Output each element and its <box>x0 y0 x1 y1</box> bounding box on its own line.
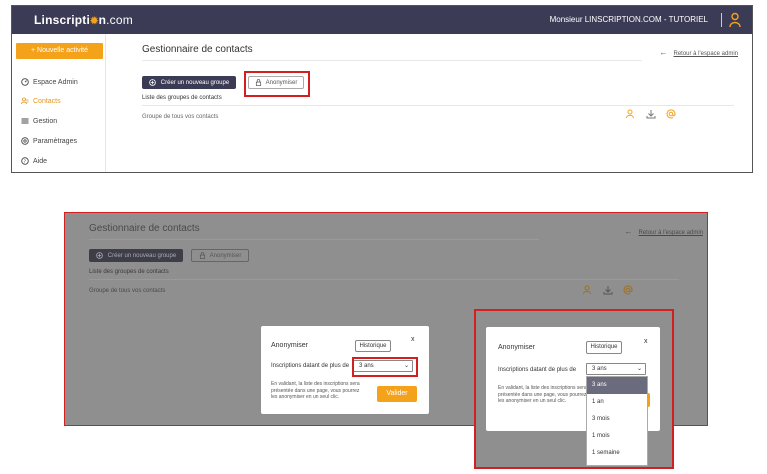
contacts-icon[interactable] <box>626 109 636 119</box>
sidebar: + Nouvelle activité Espace Admin Contact… <box>12 34 106 172</box>
top-bar: Linscripti✹n.com Monsieur LINSCRIPTION.C… <box>12 6 752 34</box>
title-divider <box>142 60 642 61</box>
create-group-button[interactable]: Créer un nouveau groupe <box>142 76 236 89</box>
back-link[interactable]: ← Retour à l'espace admin <box>659 48 738 57</box>
option-1-mois[interactable]: 1 mois <box>587 428 647 445</box>
dashboard-icon <box>21 78 29 86</box>
close-icon[interactable]: x <box>411 336 415 343</box>
user-name[interactable]: Monsieur LINSCRIPTION.COM - TUTORIEL <box>550 15 708 24</box>
period-label: Inscriptions datant de plus de <box>271 363 350 369</box>
contacts-icon <box>21 97 29 105</box>
create-group-button[interactable]: Créer un nouveau groupe <box>89 249 183 262</box>
app-window: Linscripti✹n.com Monsieur LINSCRIPTION.C… <box>11 5 753 173</box>
zoom-inset: Anonymiser Historique x Inscriptions dat… <box>474 309 674 469</box>
download-icon[interactable] <box>603 285 613 295</box>
period-label: Inscriptions datant de plus de <box>498 367 577 373</box>
modal-title: Anonymiser <box>271 342 308 349</box>
new-activity-button[interactable]: + Nouvelle activité <box>16 43 103 59</box>
history-button[interactable]: Historique <box>586 341 622 354</box>
anonymize-button[interactable]: Anonymiser <box>191 249 249 262</box>
history-button[interactable]: Historique <box>355 340 391 352</box>
top-bar-divider <box>721 13 722 27</box>
period-dropdown: 3 ans 1 an 3 mois 1 mois 1 semaine <box>586 376 648 466</box>
contacts-icon[interactable] <box>583 285 593 295</box>
list-title: Liste des groupes de contacts <box>89 269 169 275</box>
sidebar-item-parametrages[interactable]: Paramètrages <box>21 137 77 145</box>
row-actions <box>583 285 633 295</box>
sidebar-item-espace-admin[interactable]: Espace Admin <box>21 78 78 86</box>
download-icon[interactable] <box>646 109 656 119</box>
row-actions <box>626 109 676 119</box>
arrow-left-icon: ← <box>624 227 633 236</box>
lock-icon <box>199 252 205 259</box>
modal-description: En validant, la liste des inscriptions s… <box>498 385 587 404</box>
group-row-label[interactable]: Groupe de tous vos contacts <box>142 114 218 120</box>
back-link[interactable]: ← Retour à l'espace admin <box>624 227 703 236</box>
logo[interactable]: Linscripti✹n.com <box>34 13 133 27</box>
page-title: Gestionnaire de contacts <box>142 44 253 55</box>
list-divider <box>142 105 734 106</box>
main-content: Gestionnaire de contacts ← Retour à l'esp… <box>106 34 752 172</box>
at-sign-icon[interactable] <box>666 109 676 119</box>
chevron-down-icon: ⌄ <box>636 366 642 372</box>
list-divider <box>89 279 679 280</box>
highlight-select <box>352 357 418 377</box>
sidebar-item-gestion[interactable]: Gestion <box>21 117 57 125</box>
at-sign-icon[interactable] <box>623 285 633 295</box>
plus-circle-icon <box>149 79 156 86</box>
modal-description: En validant, la liste des inscriptions s… <box>271 381 360 400</box>
option-3-mois[interactable]: 3 mois <box>587 411 647 428</box>
help-icon: ? <box>21 157 29 165</box>
sidebar-item-aide[interactable]: ? Aide <box>21 157 47 165</box>
list-icon <box>21 118 29 124</box>
option-3-ans[interactable]: 3 ans <box>587 377 647 394</box>
submit-button[interactable]: Valider <box>377 386 417 402</box>
sidebar-item-contacts[interactable]: Contacts <box>21 97 61 105</box>
close-icon[interactable]: x <box>644 338 648 345</box>
gear-icon <box>21 137 29 145</box>
period-select[interactable]: 3 ans ⌄ <box>586 363 646 375</box>
title-divider <box>89 239 539 240</box>
option-1-an[interactable]: 1 an <box>587 394 647 411</box>
plus-circle-icon <box>96 252 103 259</box>
option-1-semaine[interactable]: 1 semaine <box>587 445 647 462</box>
user-icon[interactable] <box>728 12 742 28</box>
group-row-label[interactable]: Groupe de tous vos contacts <box>89 288 165 294</box>
list-title: Liste des groupes de contacts <box>142 95 222 101</box>
highlight-anonymize <box>244 71 310 97</box>
page-title: Gestionnaire de contacts <box>89 223 200 234</box>
sun-icon: ✹ <box>90 16 99 27</box>
arrow-left-icon: ← <box>659 48 668 57</box>
modal-title: Anonymiser <box>498 344 535 351</box>
